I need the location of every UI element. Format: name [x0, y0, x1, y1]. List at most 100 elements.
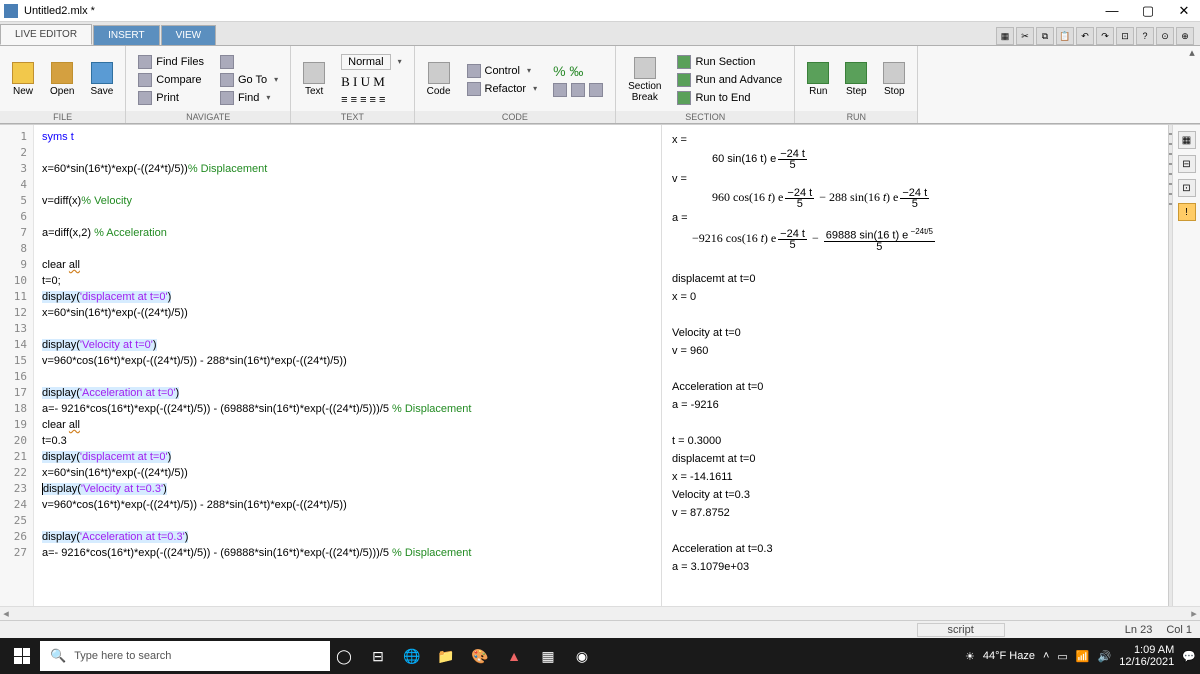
code-pane[interactable]: syms t x=60*sin(16*t)*exp(-((24*t)/5))% … [34, 125, 662, 606]
sound-icon[interactable]: 🔊 [1098, 650, 1112, 663]
group-label: RUN [795, 111, 917, 123]
run-end-button[interactable]: Run to End [675, 90, 784, 106]
minimize-button[interactable]: — [1100, 3, 1124, 19]
qa-icon[interactable]: 📋 [1056, 27, 1074, 45]
run-section-button[interactable]: Run Section [675, 54, 784, 70]
qa-icon[interactable]: ▦ [996, 27, 1014, 45]
warning-icon[interactable]: ! [1178, 203, 1196, 221]
chrome-icon[interactable]: ◉ [568, 642, 596, 670]
titlebar: Untitled2.mlx * — ▢ ✕ [0, 0, 1200, 22]
editor-area: 1234567891011121314151617181920212223242… [0, 124, 1200, 606]
maximize-button[interactable]: ▢ [1136, 3, 1160, 19]
group-label: TEXT [291, 111, 413, 123]
battery-icon[interactable]: ▭ [1057, 650, 1067, 663]
format-biun[interactable]: B I U M [339, 73, 403, 91]
group-label: SECTION [616, 111, 794, 123]
statusbar: script Ln 23 Col 1 [0, 620, 1200, 638]
goto-button[interactable]: Go To [218, 72, 280, 88]
out-line: a = -9216 [672, 396, 1158, 414]
style-normal[interactable]: Normal [339, 53, 403, 71]
output-pane[interactable]: x = 60 sin(16 t) e−24 t5 v = 960 cos(16 … [662, 125, 1168, 606]
line-gutter: 1234567891011121314151617181920212223242… [0, 125, 34, 606]
matlab-icon[interactable]: ▲ [500, 642, 528, 670]
group-label: CODE [415, 111, 616, 123]
save-button[interactable]: Save [84, 60, 119, 99]
qa-icon[interactable]: ✂ [1016, 27, 1034, 45]
out-v: v = [672, 170, 1158, 188]
status-col: Col 1 [1166, 624, 1192, 636]
wifi-icon[interactable]: 📶 [1076, 650, 1090, 663]
right-sidebar: ▦ ⊟ ⊡ ! [1172, 125, 1200, 606]
group-label: FILE [0, 111, 125, 123]
qa-icon[interactable]: ⧉ [1036, 27, 1054, 45]
open-button[interactable]: Open [44, 60, 80, 99]
compare-button[interactable]: Compare [136, 72, 206, 88]
out-a: a = [672, 209, 1158, 227]
sidebar-icon[interactable]: ▦ [1178, 131, 1196, 149]
find-files-button[interactable]: Find Files [136, 54, 206, 70]
undo-icon[interactable]: ↶ [1076, 27, 1094, 45]
find-button[interactable]: Find [218, 90, 280, 106]
out-line: t = 0.3000 [672, 432, 1158, 450]
qa-icon[interactable]: ⊡ [1116, 27, 1134, 45]
qa-icon[interactable]: ⊕ [1176, 27, 1194, 45]
sidebar-icon[interactable]: ⊟ [1178, 155, 1196, 173]
ribbon-tabs: LIVE EDITOR INSERT VIEW ▦ ✂ ⧉ 📋 ↶ ↷ ⊡ ? … [0, 22, 1200, 46]
app-icon[interactable]: ▦ [534, 642, 562, 670]
collapse-ribbon-icon[interactable]: ▴ [1184, 46, 1200, 123]
pct-icon[interactable]: % ‰ [551, 62, 605, 80]
taskbar-search[interactable]: 🔍Type here to search [40, 641, 330, 671]
step-button[interactable]: Step [839, 60, 873, 99]
qa-icon[interactable]: ⊙ [1156, 27, 1174, 45]
out-line: Acceleration at t=0 [672, 378, 1158, 396]
help-icon[interactable]: ? [1136, 27, 1154, 45]
ribbon: New Open Save FILE Find Files Compare Pr… [0, 46, 1200, 124]
print-button[interactable]: Print [136, 90, 206, 106]
notifications-icon[interactable]: 💬 [1182, 650, 1196, 663]
out-line: v = 960 [672, 342, 1158, 360]
group-label: NAVIGATE [126, 111, 290, 123]
clock[interactable]: 1:09 AM12/16/2021 [1119, 644, 1174, 668]
out-line: Velocity at t=0.3 [672, 486, 1158, 504]
app-icon[interactable]: 🎨 [466, 642, 494, 670]
section-break-button[interactable]: Section Break [622, 55, 667, 105]
cortana-icon[interactable]: ⊟ [364, 642, 392, 670]
h-scrollbar[interactable]: ◂▸ [0, 606, 1200, 620]
indent-buttons[interactable] [551, 82, 605, 98]
out-v-val: 960 cos(16 t) e−24 t5 − 288 sin(16 t) e−… [672, 188, 1158, 209]
align-buttons[interactable]: ≡ ≡ ≡ ≡ ≡ [339, 93, 403, 107]
run-advance-button[interactable]: Run and Advance [675, 72, 784, 88]
tab-insert[interactable]: INSERT [93, 25, 160, 45]
tray-chevron-icon: ˄ [1043, 650, 1049, 662]
quick-access: ▦ ✂ ⧉ 📋 ↶ ↷ ⊡ ? ⊙ ⊕ [990, 27, 1200, 45]
nav-up[interactable] [218, 54, 280, 70]
refactor-button[interactable]: Refactor [465, 81, 540, 97]
new-button[interactable]: New [6, 60, 40, 99]
code-button[interactable]: Code [421, 60, 457, 99]
weather-text[interactable]: 44°F Haze [983, 650, 1035, 662]
window-title: Untitled2.mlx * [24, 5, 1100, 17]
out-line: displacemt at t=0 [672, 270, 1158, 288]
out-line: v = 87.8752 [672, 504, 1158, 522]
start-button[interactable] [4, 641, 40, 671]
out-line: displacemt at t=0 [672, 450, 1158, 468]
sidebar-icon[interactable]: ⊡ [1178, 179, 1196, 197]
edge-icon[interactable]: 🌐 [398, 642, 426, 670]
tab-live-editor[interactable]: LIVE EDITOR [0, 24, 92, 45]
close-button[interactable]: ✕ [1172, 3, 1196, 19]
run-button[interactable]: Run [801, 60, 835, 99]
out-line: Acceleration at t=0.3 [672, 540, 1158, 558]
tab-view[interactable]: VIEW [161, 25, 217, 45]
out-line: x = -14.1611 [672, 468, 1158, 486]
status-script: script [917, 623, 1005, 637]
out-x: x = [672, 131, 1158, 149]
out-line: Velocity at t=0 [672, 324, 1158, 342]
weather-icon[interactable]: ☀ [965, 650, 975, 663]
explorer-icon[interactable]: 📁 [432, 642, 460, 670]
control-button[interactable]: Control [465, 63, 540, 79]
status-line: Ln 23 [1125, 624, 1153, 636]
redo-icon[interactable]: ↷ [1096, 27, 1114, 45]
stop-button[interactable]: Stop [877, 60, 911, 99]
text-button[interactable]: Text [297, 60, 331, 99]
task-view-icon[interactable]: ◯ [330, 642, 358, 670]
